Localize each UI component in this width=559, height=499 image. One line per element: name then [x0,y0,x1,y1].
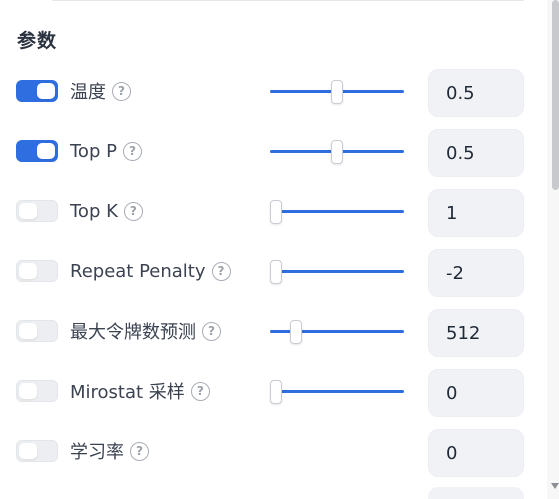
param-label-group: 学习率 ? [70,438,149,464]
top-p-value-input[interactable]: 0.5 [428,129,524,177]
max-tokens-toggle[interactable] [16,320,58,342]
param-label: Top K [70,200,118,222]
slider-thumb[interactable] [331,140,343,164]
scrollbar-thumb[interactable] [552,0,559,190]
param-label: Mirostat 采样 [70,382,185,403]
param-row-repeat-penalty: Repeat Penalty ? -2 [0,246,559,297]
param-label: Repeat Penalty [70,260,206,282]
repeat-penalty-toggle[interactable] [16,260,58,282]
param-label-group: Repeat Penalty ? [70,258,231,284]
temperature-toggle[interactable] [16,80,58,102]
help-circle-icon[interactable]: ? [122,141,142,161]
mirostat-value-input[interactable]: 0 [428,369,524,417]
temperature-value-input[interactable]: 0.5 [428,69,524,117]
help-circle-icon[interactable]: ? [123,201,143,221]
next-value-input[interactable] [428,487,524,499]
top-p-slider[interactable] [270,140,404,164]
param-row-temperature: 温度 ? 0.5 [0,66,559,117]
toggle-knob [19,323,37,339]
toggle-knob [19,443,37,459]
repeat-penalty-value-input[interactable]: -2 [428,249,524,297]
slider-track [270,270,404,273]
help-circle-icon[interactable]: ? [112,81,131,101]
chevron-down-icon[interactable] [551,483,559,489]
slider-thumb[interactable] [331,80,343,104]
temperature-slider[interactable] [270,80,404,104]
param-label-group: 温度 ? [70,78,131,104]
param-row-max-tokens: 最大令牌数预测 ? 512 [0,306,559,357]
param-label-group: 最大令牌数预测 ? [70,318,221,344]
param-label-group: Top P ? [70,138,142,164]
help-circle-icon[interactable]: ? [211,261,231,281]
top-divider [52,0,524,1]
learning-rate-value-input[interactable]: 0 [428,429,524,477]
param-row-mirostat: Mirostat 采样 ? 0 [0,366,559,417]
param-label: 温度 [70,82,106,103]
param-row-top-p: Top P ? 0.5 [0,126,559,177]
param-label: Top P [70,140,117,162]
slider-thumb[interactable] [289,320,302,344]
slider-track [270,390,404,393]
slider-thumb[interactable] [270,380,282,404]
param-label-group: Top K ? [70,198,143,224]
slider-track [270,210,404,213]
mirostat-slider[interactable] [270,380,404,404]
section-title: 参数 [17,30,58,52]
top-k-value-input[interactable]: 1 [428,189,524,237]
slider-thumb[interactable] [270,260,282,284]
toggle-knob [19,383,37,399]
toggle-knob [37,143,55,159]
toggle-knob [19,263,37,279]
repeat-penalty-slider[interactable] [270,260,404,284]
toggle-knob [37,83,55,99]
top-k-slider[interactable] [270,200,404,224]
param-row-learning-rate: 学习率 ? 0 [0,426,559,477]
top-k-toggle[interactable] [16,200,58,222]
top-p-toggle[interactable] [16,140,58,162]
slider-thumb[interactable] [270,200,282,224]
param-label: 学习率 [70,442,124,463]
mirostat-toggle[interactable] [16,380,58,402]
toggle-knob [19,203,37,219]
help-circle-icon[interactable]: ? [130,441,149,461]
param-label: 最大令牌数预测 [70,322,196,343]
learning-rate-toggle[interactable] [16,440,58,462]
param-row-top-k: Top K ? 1 [0,186,559,237]
max-tokens-slider[interactable] [270,320,404,344]
help-circle-icon[interactable]: ? [190,381,210,401]
param-label-group: Mirostat 采样 ? [70,378,210,404]
help-circle-icon[interactable]: ? [202,321,221,341]
max-tokens-value-input[interactable]: 512 [428,309,524,357]
